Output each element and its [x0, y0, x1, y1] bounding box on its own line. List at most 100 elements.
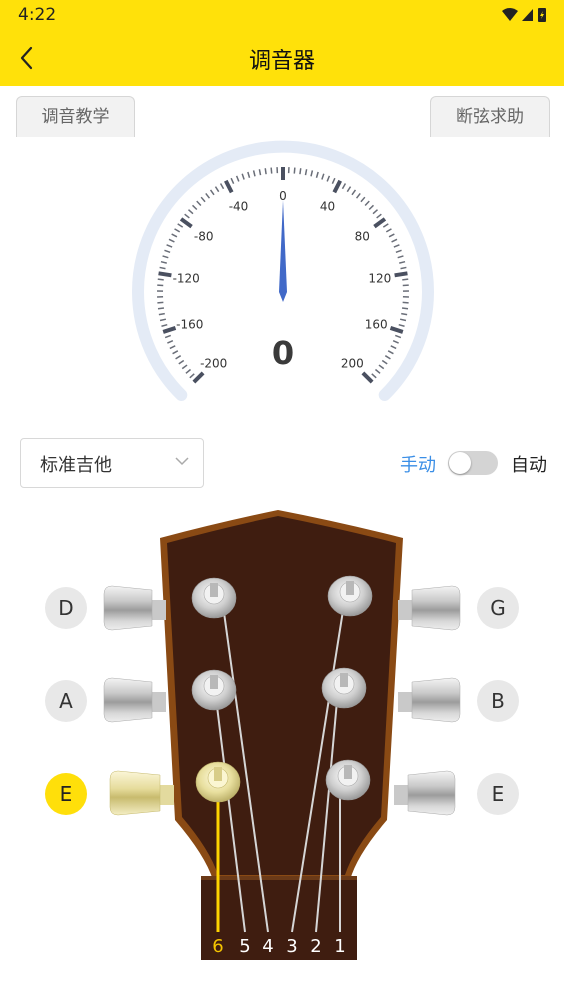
gauge-minor-tick	[270, 167, 273, 174]
mode-manual-label[interactable]: 手动	[400, 451, 436, 477]
gauge-minor-tick	[399, 318, 407, 322]
tuner-gauge: -200-160-120-80-4004080120160200 0	[132, 140, 434, 401]
gauge-minor-tick	[200, 196, 206, 203]
note-button-b[interactable]: B	[477, 680, 519, 722]
note-button-high-e[interactable]: E	[477, 773, 519, 815]
gauge-needle	[279, 200, 287, 302]
gauge-minor-tick	[177, 223, 184, 228]
gauge-minor-tick	[241, 173, 245, 180]
page-title: 调音器	[248, 49, 315, 74]
tuning-select[interactable]: 标准吉他	[20, 438, 204, 488]
gauge-scale-label: -120	[173, 272, 200, 286]
tuning-post[interactable]	[191, 669, 237, 711]
gauge-minor-tick	[191, 204, 198, 211]
gauge-minor-tick	[252, 170, 256, 177]
string-number-4[interactable]: 4	[258, 936, 278, 957]
mode-toggle[interactable]	[448, 451, 498, 475]
string-number-5[interactable]: 5	[235, 936, 255, 957]
gauge-scale-label: -80	[194, 229, 214, 243]
gauge-minor-tick	[181, 364, 188, 370]
gauge-minor-tick	[258, 169, 262, 176]
gauge-scale-label: 120	[368, 272, 391, 286]
gauge-minor-tick	[387, 350, 394, 355]
gauge-minor-tick	[304, 169, 308, 176]
note-button-a[interactable]: A	[45, 680, 87, 722]
gauge-minor-tick	[398, 323, 405, 327]
gauge-minor-tick	[157, 278, 164, 281]
gauge-minor-tick	[174, 228, 181, 233]
gauge-minor-tick	[168, 238, 175, 243]
tuning-post[interactable]	[191, 577, 237, 619]
string-number-1[interactable]: 1	[330, 936, 350, 957]
gauge-minor-tick	[400, 266, 407, 270]
tuner-key-g[interactable]	[398, 585, 461, 631]
gauge-minor-tick	[394, 334, 402, 339]
gauge-minor-tick	[162, 255, 169, 259]
gauge-minor-tick	[235, 175, 240, 182]
gauge-minor-tick	[399, 260, 406, 264]
gauge-minor-tick	[230, 177, 235, 184]
gauge-scale-label: 160	[365, 317, 388, 331]
gauge-minor-tick	[172, 350, 179, 355]
tuner-key-low-e[interactable]	[109, 770, 174, 816]
gauge-scale-label: -40	[229, 200, 249, 214]
gauge-minor-tick	[326, 175, 331, 182]
gauge-minor-tick	[171, 233, 178, 238]
gauge-scale-label: 200	[341, 356, 364, 370]
gauge-minor-tick	[264, 168, 267, 175]
gauge-major-tick	[158, 271, 172, 278]
cellular-icon	[522, 9, 533, 21]
string-number-3[interactable]: 3	[282, 936, 302, 957]
note-button-low-e[interactable]: E	[45, 773, 87, 815]
gauge-minor-tick	[166, 244, 173, 248]
gauge-minor-tick	[397, 255, 404, 259]
gauge-minor-tick	[385, 228, 392, 233]
note-button-d[interactable]: D	[45, 587, 87, 629]
tuning-post[interactable]	[325, 759, 371, 801]
gauge-minor-tick	[392, 339, 399, 344]
nut	[201, 876, 357, 880]
gauge-minor-tick	[164, 334, 172, 339]
gauge-major-tick	[179, 217, 193, 229]
gauge-minor-tick	[378, 364, 385, 370]
gauge-minor-tick	[159, 266, 166, 270]
tuning-post-active[interactable]	[195, 761, 241, 803]
string-number-6[interactable]: 6	[208, 936, 228, 957]
gauge-value: 0	[272, 334, 294, 372]
gauge-major-tick	[389, 326, 404, 334]
gauge-minor-tick	[247, 171, 251, 178]
string-number-2[interactable]: 2	[306, 936, 326, 957]
tuner-key-high-e[interactable]	[394, 770, 456, 816]
gauge-minor-tick	[196, 200, 202, 207]
gauge-minor-tick	[209, 189, 215, 196]
gauge-minor-tick	[395, 249, 402, 254]
gauge-minor-tick	[384, 355, 391, 360]
gauge-major-tick	[361, 371, 374, 384]
gauge-minor-tick	[364, 200, 370, 207]
gauge-minor-tick	[310, 170, 314, 177]
gauge-minor-tick	[355, 192, 361, 199]
gauge-minor-tick	[388, 233, 395, 238]
tuner-key-a[interactable]	[103, 677, 166, 723]
gauge-minor-tick	[401, 307, 409, 310]
gauge-minor-tick	[401, 312, 408, 316]
gauge-minor-tick	[164, 249, 171, 254]
tuning-post[interactable]	[327, 575, 373, 617]
gauge-minor-tick	[321, 173, 325, 180]
gauge-minor-tick	[315, 171, 319, 178]
tuning-select-value: 标准吉他	[40, 455, 112, 476]
status-time: 4:22	[18, 5, 57, 25]
tuner-key-b[interactable]	[398, 677, 461, 723]
gauge-minor-tick	[390, 345, 397, 350]
gauge-minor-tick	[382, 223, 389, 228]
gauge-minor-tick	[293, 167, 296, 174]
mode-auto-label[interactable]: 自动	[511, 451, 547, 477]
gauge-minor-tick	[185, 368, 192, 374]
gauge-major-tick	[192, 371, 205, 384]
tuning-post[interactable]	[321, 667, 367, 709]
gauge-minor-tick	[187, 209, 194, 215]
note-button-g[interactable]: G	[477, 587, 519, 629]
gauge-minor-tick	[161, 323, 168, 327]
tuner-key-d[interactable]	[103, 585, 166, 631]
gauge-minor-tick	[371, 373, 377, 379]
